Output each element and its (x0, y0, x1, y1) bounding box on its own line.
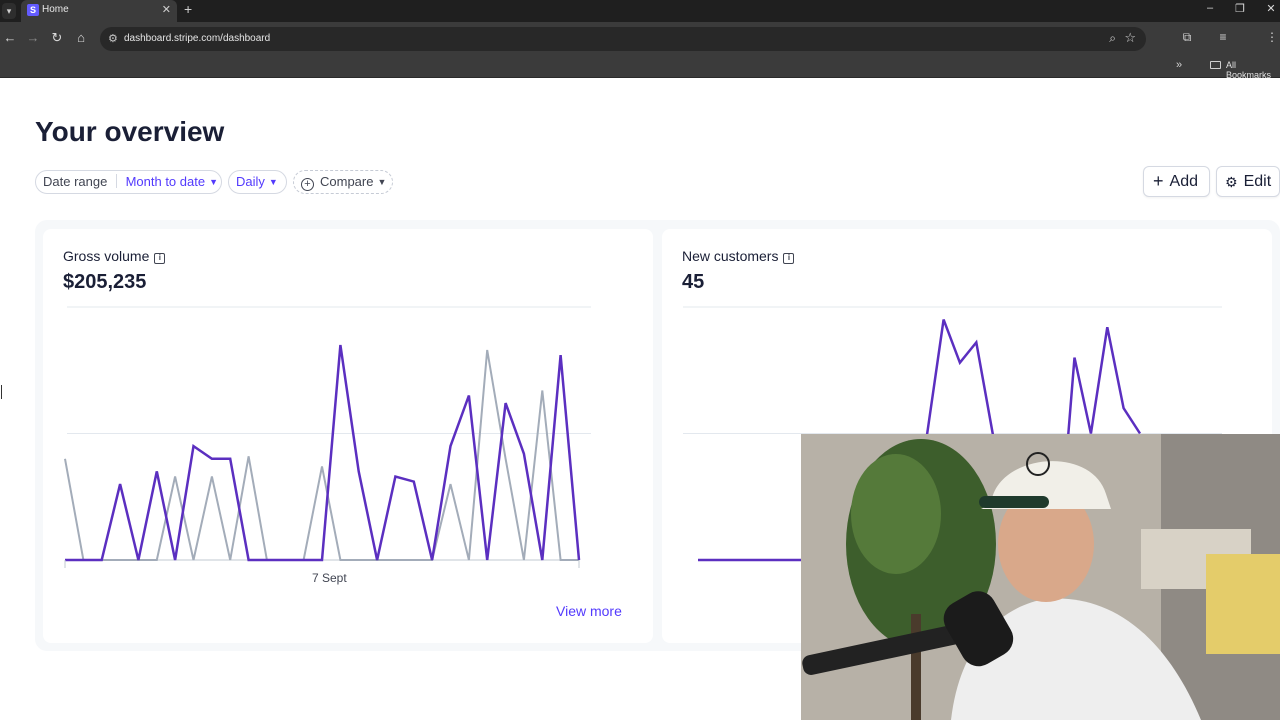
text-cursor (1, 385, 2, 399)
plant-leaves-light (851, 454, 941, 574)
webcam-scene (801, 434, 1280, 720)
yellow-frame (1206, 554, 1280, 654)
cap-brim (979, 496, 1049, 508)
plant-stem (911, 614, 921, 720)
webcam-overlay (801, 434, 1280, 720)
